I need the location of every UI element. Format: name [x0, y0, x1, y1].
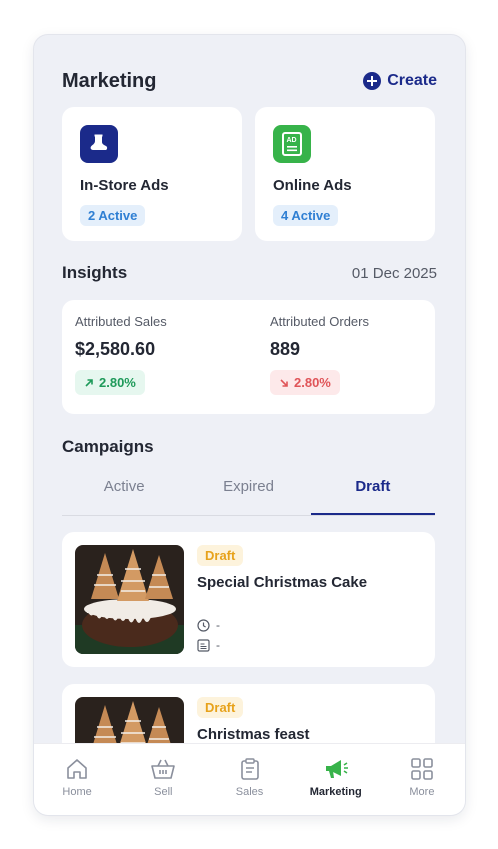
delta-up-badge: 2.80% [75, 370, 145, 395]
attributed-orders-metric: Attributed Orders 889 2.80% [270, 314, 369, 395]
attributed-sales-metric: Attributed Sales $2,580.60 2.80% [75, 314, 167, 395]
arrow-up-right-icon [85, 378, 93, 387]
online-ads-card[interactable]: AD Online Ads 4 Active [255, 107, 435, 241]
bottom-nav: Home Sell Sales Marketing More [34, 743, 465, 815]
clipboard-icon [240, 758, 259, 780]
nav-label: Home [62, 786, 92, 798]
nav-item-home[interactable]: Home [34, 744, 120, 815]
plus-circle-icon [363, 72, 382, 90]
header: Marketing Create [62, 67, 437, 95]
draft-badge: Draft [197, 545, 244, 566]
megaphone-icon [325, 760, 348, 778]
active-count-badge: 2 Active [80, 205, 146, 226]
insights-date[interactable]: 01 Dec 2025 [352, 265, 437, 282]
metric-label: Attributed Orders [270, 314, 369, 329]
target-value: - [216, 638, 220, 652]
campaign-name: Christmas feast [197, 726, 310, 743]
ad-square-icon [197, 638, 210, 652]
nav-item-sell[interactable]: Sell [120, 744, 206, 815]
metric-value: $2,580.60 [75, 339, 156, 359]
tab-expired[interactable]: Expired [186, 472, 310, 515]
nav-item-more[interactable]: More [379, 744, 465, 815]
nav-label: More [409, 786, 435, 798]
metric-value: 889 [270, 339, 301, 359]
ad-name: Online Ads [273, 177, 352, 194]
delta-down-badge: 2.80% [270, 370, 340, 395]
in-store-ads-card[interactable]: In-Store Ads 2 Active [62, 107, 242, 241]
clock-icon [197, 618, 210, 632]
delta-value: 2.80% [99, 375, 136, 390]
campaign-name: Special Christmas Cake [197, 574, 368, 591]
campaigns-header: Campaigns [62, 437, 437, 457]
boot-icon [80, 125, 118, 163]
nav-label: Sell [154, 786, 173, 798]
campaign-target: - [197, 638, 220, 652]
campaign-card[interactable]: Draft Special Christmas Cake - - [62, 532, 435, 667]
campaign-thumbnail [75, 545, 184, 654]
app-screen: Marketing Create In-Store Ads 2 Active A… [34, 35, 465, 815]
insights-card: Attributed Sales $2,580.60 2.80% Attribu… [62, 300, 435, 414]
tab-active[interactable]: Active [62, 472, 186, 515]
page-title: Marketing [62, 69, 157, 92]
insights-title: Insights [62, 263, 128, 282]
arrow-down-right-icon [280, 378, 288, 387]
nav-item-sales[interactable]: Sales [206, 744, 292, 815]
active-count-badge: 4 Active [273, 205, 339, 226]
draft-badge: Draft [197, 697, 244, 718]
delta-value: 2.80% [294, 375, 331, 390]
metric-label: Attributed Sales [75, 314, 167, 329]
nav-item-marketing[interactable]: Marketing [293, 744, 379, 815]
tab-draft[interactable]: Draft [310, 472, 435, 515]
home-icon [67, 759, 87, 779]
svg-text:AD: AD [287, 137, 297, 144]
grid-icon [411, 758, 433, 780]
campaigns-title: Campaigns [62, 437, 154, 456]
basket-icon [151, 759, 176, 779]
create-button[interactable]: Create [363, 72, 437, 90]
create-label: Create [387, 72, 437, 89]
campaign-schedule: - [197, 618, 220, 632]
campaign-tabs: Active Expired Draft [62, 472, 435, 516]
nav-label: Sales [235, 786, 264, 798]
nav-label: Marketing [309, 786, 362, 798]
schedule-value: - [216, 618, 220, 632]
ad-icon: AD [273, 125, 311, 163]
ad-name: In-Store Ads [80, 177, 169, 194]
insights-header: Insights 01 Dec 2025 [62, 263, 437, 283]
